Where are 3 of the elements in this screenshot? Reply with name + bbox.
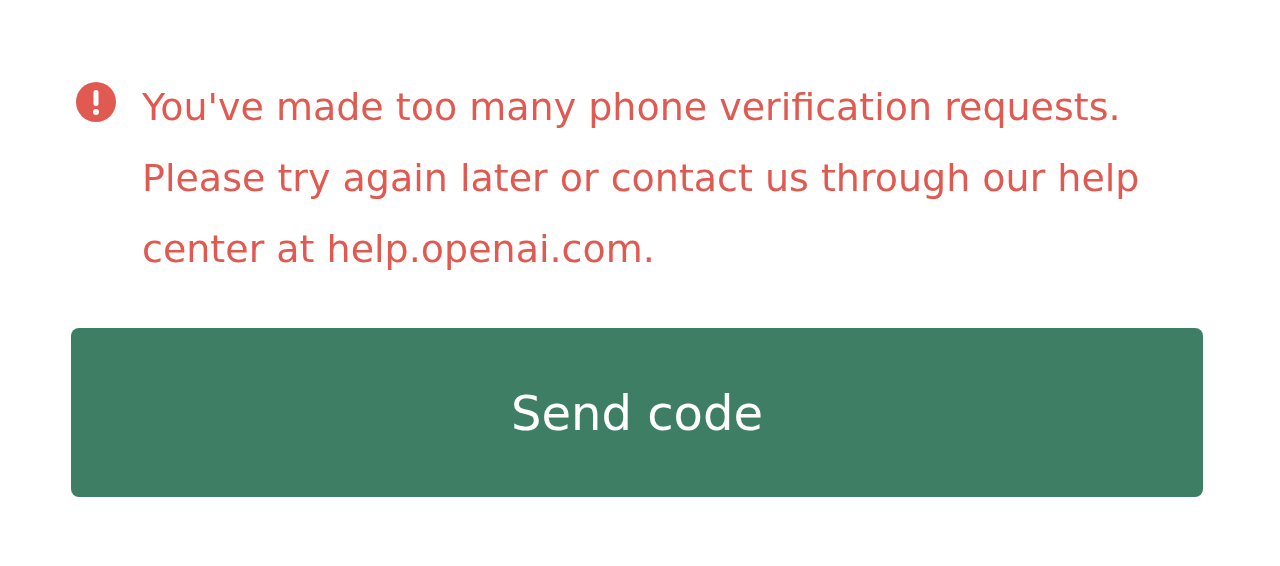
error-icon <box>76 82 116 122</box>
send-code-button[interactable]: Send code <box>71 328 1203 497</box>
error-message: You've made too many phone verification requests. Please try again later or contact us through our help center at help.openai.com. <box>142 84 1141 273</box>
